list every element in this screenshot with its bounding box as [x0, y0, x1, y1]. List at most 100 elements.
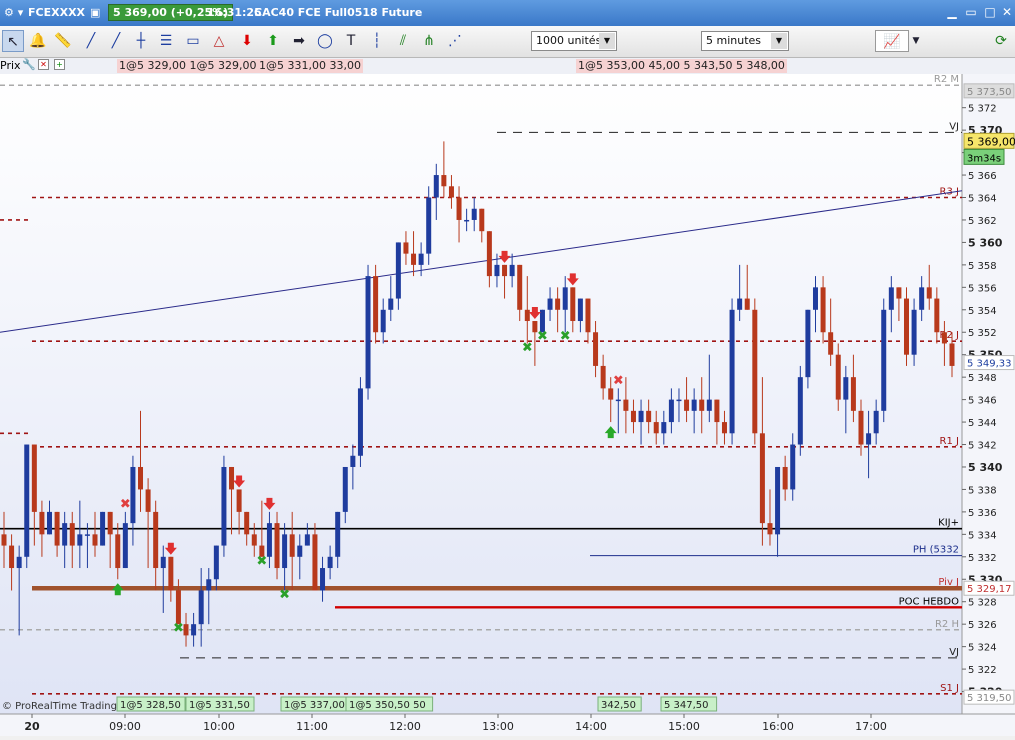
y-tick-label: 5 346: [968, 396, 997, 407]
timeframe-select[interactable]: 5 minutes ▼: [701, 31, 789, 51]
instrument-name[interactable]: FCEXXXX: [28, 6, 85, 19]
candle-body: [668, 399, 674, 423]
candle-body: [335, 511, 341, 557]
chevron-down-icon: ▼: [771, 33, 787, 49]
candle-body: [448, 186, 454, 198]
candle-body: [100, 511, 106, 546]
candle-body: [115, 534, 121, 569]
wrench-icon[interactable]: 🔧: [22, 58, 36, 71]
last-price-tag-label: 5 369,00: [967, 135, 1015, 148]
y-tick-label: 5 338: [968, 485, 997, 496]
bottom-quote-tag-label: 1@5 328,50: [120, 700, 181, 711]
price-chart[interactable]: R2 M VJ R3 J R2 J R1 J KIJ+ PH (5332 Piv J POC H…: [0, 74, 1015, 736]
fan-icon[interactable]: ⋰: [444, 30, 466, 52]
candle-body: [304, 534, 310, 546]
quote-tag[interactable]: 1@5 331,00 33,00: [257, 59, 363, 73]
y-tick-label: 5 352: [968, 328, 997, 339]
chart-style-icon[interactable]: 📈: [875, 30, 909, 52]
candle-body: [31, 444, 37, 512]
y-tick-label: 5 322: [968, 665, 997, 676]
star-icon[interactable]: ▣: [90, 6, 100, 19]
candle-body: [426, 197, 432, 254]
add-panel-icon[interactable]: +: [54, 59, 65, 70]
candle-body: [39, 511, 45, 535]
candle-body: [464, 219, 470, 222]
y-tick-label: 5 358: [968, 261, 997, 272]
pointer-icon[interactable]: ↖: [2, 30, 24, 52]
candle-body: [69, 523, 75, 546]
candle-body: [342, 466, 348, 512]
candle-body: [486, 231, 492, 277]
x-tick-label: 10:00: [203, 720, 235, 733]
candle-body: [790, 444, 796, 490]
rectangle-icon[interactable]: ▭: [182, 30, 204, 52]
candle-body: [555, 298, 561, 310]
close-panel-icon[interactable]: ✕: [38, 59, 49, 70]
candle-body: [206, 579, 212, 591]
candle-body: [941, 332, 947, 344]
candle-body: [691, 399, 697, 411]
close-icon[interactable]: ✕: [999, 4, 1015, 20]
buy-arrow-icon[interactable]: ⬆: [262, 30, 284, 52]
candle-body: [138, 466, 144, 490]
text-icon[interactable]: T: [340, 30, 362, 52]
candle-body: [47, 511, 53, 535]
segment-icon[interactable]: ╱: [80, 30, 102, 52]
quote-tag[interactable]: 1@5 353,00 45,00 5 343,50 5 348,00: [576, 59, 787, 73]
instrument-description: CAC40 FCE Full0518 Future: [254, 6, 423, 19]
candle-body: [84, 534, 90, 536]
candle-body: [593, 332, 599, 366]
channel-icon[interactable]: ⫽: [392, 30, 414, 52]
candle-body: [213, 545, 219, 580]
app-menu-icon[interactable]: ⚙ ▾: [4, 6, 23, 19]
candle-body: [175, 590, 181, 625]
level-label: PH (5332: [913, 545, 959, 556]
candle-body: [714, 399, 720, 423]
gann-fan-icon[interactable]: ⋔: [418, 30, 440, 52]
horizontal-line-icon[interactable]: ┼: [130, 30, 152, 52]
candle-body: [456, 197, 462, 220]
quantity-select[interactable]: 1000 unités ▼: [531, 31, 617, 51]
chart-svg[interactable]: R2 MVJR3 JR2 JR1 JKIJ+PH (5332Piv JPOC H…: [0, 74, 1015, 736]
sell-arrow-icon[interactable]: ⬇: [236, 30, 258, 52]
candle-body: [168, 556, 174, 591]
exit-long-icon: ✖: [279, 587, 290, 602]
quote-tag[interactable]: 1@5 329,00 1@5 329,00: [117, 59, 259, 73]
candle-body: [54, 511, 60, 546]
exit-long-icon: ✖: [173, 621, 184, 636]
candle-body: [251, 534, 257, 546]
candle-body: [661, 422, 667, 434]
y-tick-label: 5 354: [968, 306, 997, 317]
candle-body: [221, 466, 227, 546]
x-tick-label: 13:00: [482, 720, 514, 733]
ruler-icon[interactable]: 📏: [52, 30, 74, 52]
minimize-icon[interactable]: ▁: [944, 4, 960, 20]
level-label: Piv J: [938, 577, 959, 588]
level-label: KIJ+: [938, 518, 959, 529]
candle-body: [881, 309, 887, 411]
candle-body: [828, 332, 834, 355]
candle-body: [706, 399, 712, 411]
maximize-icon[interactable]: □: [982, 4, 998, 20]
candle-body: [737, 298, 743, 310]
y-tick-label: 5 360: [968, 236, 1003, 249]
line-icon[interactable]: ╱: [105, 30, 127, 52]
right-arrow-icon[interactable]: ➡: [288, 30, 310, 52]
ellipse-icon[interactable]: ◯: [314, 30, 336, 52]
chevron-down-icon[interactable]: ▼: [909, 30, 923, 52]
fibonacci-icon[interactable]: ☰: [155, 30, 177, 52]
link-icon[interactable]: ⟳: [990, 30, 1012, 52]
candle-body: [388, 298, 394, 310]
candle-body: [850, 377, 856, 411]
candle-body: [327, 556, 333, 569]
alert-bell-icon[interactable]: 🔔: [27, 30, 49, 52]
restore-icon[interactable]: ▭: [963, 4, 979, 20]
timeframe-value: 5 minutes: [706, 34, 762, 47]
triangle-icon[interactable]: △: [208, 30, 230, 52]
vertical-line-icon[interactable]: ┆: [366, 30, 388, 52]
candle-body: [835, 354, 841, 400]
candle-body: [266, 523, 272, 557]
y-tick-label: 5 356: [968, 283, 997, 294]
price-axis: [962, 74, 1015, 714]
candle-body: [122, 523, 128, 569]
